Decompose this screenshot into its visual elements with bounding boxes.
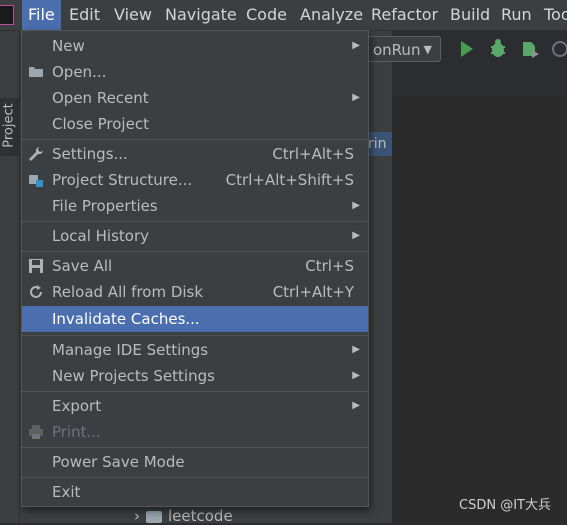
- menu-separator: [22, 447, 368, 448]
- submenu-arrow-icon: ▶: [352, 400, 360, 411]
- submenu-arrow-icon: ▶: [352, 92, 360, 103]
- menu-item-project-structure[interactable]: Project Structure... Ctrl+Alt+Shift+S: [22, 167, 368, 193]
- menu-refactor[interactable]: Refactor: [365, 0, 444, 30]
- menu-item-settings[interactable]: Settings... Ctrl+Alt+S: [22, 141, 368, 167]
- menu-item-file-properties[interactable]: File Properties ▶: [22, 193, 368, 219]
- menu-item-shortcut: Ctrl+Alt+S: [272, 145, 354, 163]
- menu-item-shortcut: Ctrl+S: [305, 257, 354, 275]
- submenu-arrow-icon: ▶: [352, 40, 360, 51]
- menu-build[interactable]: Build: [444, 0, 496, 30]
- menu-item-label: Close Project: [52, 115, 149, 133]
- profile-icon[interactable]: [549, 38, 567, 60]
- project-structure-icon: [29, 175, 43, 187]
- project-tool-tab-label: Project: [1, 103, 17, 148]
- editor-tab-label: rin: [368, 136, 387, 152]
- menu-item-close-project[interactable]: Close Project: [22, 111, 368, 137]
- app-logo-icon: [0, 5, 14, 25]
- menu-separator: [22, 391, 368, 392]
- menu-item-new[interactable]: New ▶: [22, 33, 368, 59]
- menubar: File Edit View Navigate Code Analyze Ref…: [0, 0, 567, 31]
- menu-item-new-projects-settings[interactable]: New Projects Settings ▶: [22, 363, 368, 389]
- debug-icon[interactable]: [487, 38, 509, 60]
- menu-item-label: File Properties: [52, 197, 158, 215]
- menu-code[interactable]: Code: [240, 0, 293, 30]
- printer-icon: [29, 425, 43, 439]
- menu-edit[interactable]: Edit: [63, 0, 106, 30]
- submenu-arrow-icon: ▶: [352, 200, 360, 211]
- editor-tab[interactable]: rin: [368, 132, 392, 156]
- tree-row-label: leetcode: [168, 507, 233, 525]
- submenu-arrow-icon: ▶: [352, 370, 360, 381]
- editor-area[interactable]: [392, 97, 567, 523]
- menu-item-power-save-mode[interactable]: Power Save Mode: [22, 449, 368, 475]
- menu-item-label: New Projects Settings: [52, 367, 215, 385]
- menu-item-label: Project Structure...: [52, 171, 193, 189]
- menu-item-label: New: [52, 37, 85, 55]
- menu-separator: [22, 221, 368, 222]
- menu-separator: [22, 335, 368, 336]
- menu-view[interactable]: View: [108, 0, 158, 30]
- menu-separator: [22, 251, 368, 252]
- menu-item-invalidate-caches[interactable]: Invalidate Caches...: [22, 306, 368, 332]
- reload-icon: [30, 285, 42, 298]
- editor-tabbar: [370, 97, 392, 125]
- submenu-arrow-icon: ▶: [352, 230, 360, 241]
- menu-item-label: Open Recent: [52, 89, 149, 107]
- run-with-coverage-icon[interactable]: [519, 38, 541, 60]
- folder-icon: [146, 510, 162, 523]
- tree-row-leetcode[interactable]: › leetcode: [134, 507, 233, 525]
- chevron-down-icon: ▼: [423, 43, 432, 56]
- menu-navigate[interactable]: Navigate: [159, 0, 243, 30]
- menu-item-open-recent[interactable]: Open Recent ▶: [22, 85, 368, 111]
- submenu-arrow-icon: ▶: [352, 344, 360, 355]
- folder-open-icon: [29, 67, 43, 77]
- menu-item-reload-all[interactable]: Reload All from Disk Ctrl+Alt+Y: [22, 279, 368, 305]
- menu-item-label: Reload All from Disk: [52, 283, 204, 301]
- menu-item-open[interactable]: Open...: [22, 59, 368, 85]
- menu-item-label: Invalidate Caches...: [52, 310, 200, 328]
- chevron-right-icon[interactable]: ›: [134, 507, 140, 525]
- menu-file[interactable]: File: [22, 0, 61, 30]
- menu-run[interactable]: Run: [495, 0, 538, 30]
- menu-item-save-all[interactable]: Save All Ctrl+S: [22, 253, 368, 279]
- save-icon: [29, 259, 43, 273]
- watermark: CSDN @IT大兵: [459, 498, 551, 513]
- menu-item-shortcut: Ctrl+Alt+Y: [272, 283, 354, 301]
- menu-item-label: Local History: [52, 227, 150, 245]
- menu-item-shortcut: Ctrl+Alt+Shift+S: [225, 171, 354, 189]
- menu-item-label: Print...: [52, 423, 101, 441]
- menu-tools[interactable]: Too: [538, 0, 567, 30]
- menu-item-label: Settings...: [52, 145, 128, 163]
- menu-item-label: Power Save Mode: [52, 453, 185, 471]
- menu-item-exit[interactable]: Exit: [22, 479, 368, 505]
- wrench-icon: [29, 147, 43, 161]
- menu-analyze[interactable]: Analyze: [294, 0, 369, 30]
- run-icon[interactable]: [455, 38, 477, 60]
- menu-separator: [22, 139, 368, 140]
- menu-item-label: Save All: [52, 257, 113, 275]
- menu-item-manage-ide-settings[interactable]: Manage IDE Settings ▶: [22, 337, 368, 363]
- menu-item-label: Exit: [52, 483, 81, 501]
- menu-item-export[interactable]: Export ▶: [22, 393, 368, 419]
- menu-item-print: Print...: [22, 419, 368, 445]
- menu-item-label: Open...: [52, 63, 107, 81]
- menu-item-label: Manage IDE Settings: [52, 341, 209, 359]
- file-menu: New ▶ Open... Open Recent ▶ Close Projec…: [21, 30, 369, 507]
- menu-item-label: Export: [52, 397, 102, 415]
- run-configuration-select[interactable]: onRun ▼: [366, 36, 441, 62]
- menu-separator: [22, 477, 368, 478]
- menu-item-local-history[interactable]: Local History ▶: [22, 223, 368, 249]
- run-configuration-label: onRun: [373, 41, 421, 59]
